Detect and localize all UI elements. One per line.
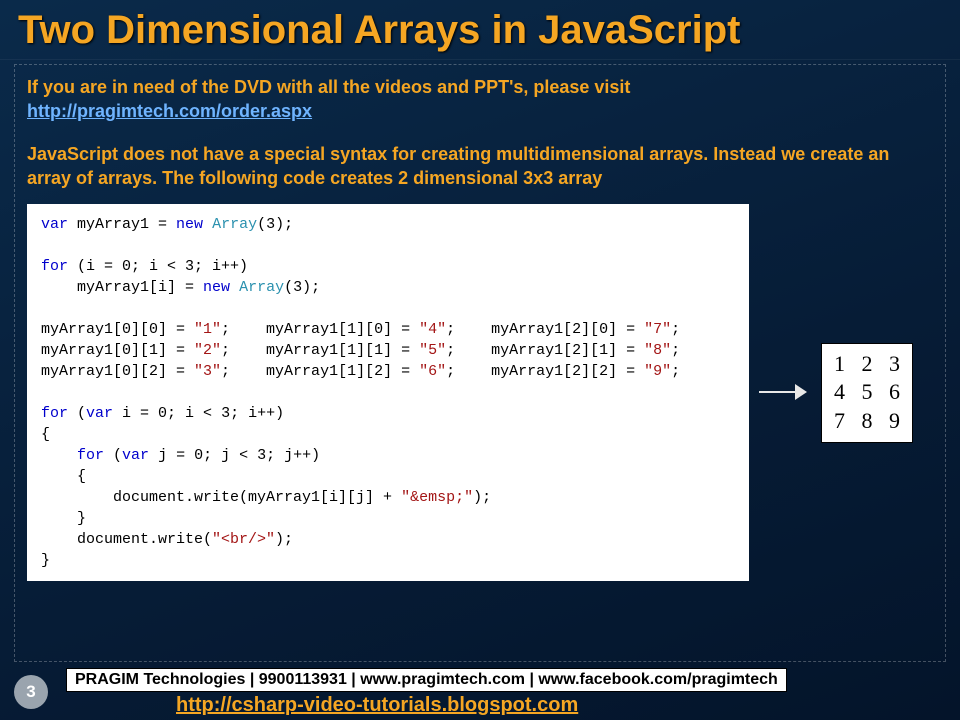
footer-info: PRAGIM Technologies | 9900113931 | www.p… [66,668,787,692]
intro-line2c: The following code creates 2 dimensional… [157,168,602,188]
footer: 3 PRAGIM Technologies | 9900113931 | www… [0,664,960,720]
output-row: 1 2 3 [834,350,900,379]
code-block: var myArray1 = new Array(3); for (i = 0;… [27,204,749,581]
code-kw: var [41,216,68,233]
output-row: 4 5 6 [834,378,900,407]
content-frame: If you are in need of the DVD with all t… [14,64,946,662]
page-number: 3 [14,675,48,709]
order-link[interactable]: http://pragimtech.com/order.aspx [27,101,312,121]
intro-line1: If you are in need of the DVD with all t… [27,77,630,97]
footer-link[interactable]: http://csharp-video-tutorials.blogspot.c… [66,694,787,717]
output-box: 1 2 3 4 5 6 7 8 9 [821,343,913,443]
intro-text: If you are in need of the DVD with all t… [27,75,907,190]
slide-title: Two Dimensional Arrays in JavaScript [0,0,960,60]
intro-line2a: JavaScript does not have a special synta… [27,144,868,164]
arrow-right-icon [759,382,807,402]
output-row: 7 8 9 [834,407,900,436]
arrow-wrap [759,382,807,404]
